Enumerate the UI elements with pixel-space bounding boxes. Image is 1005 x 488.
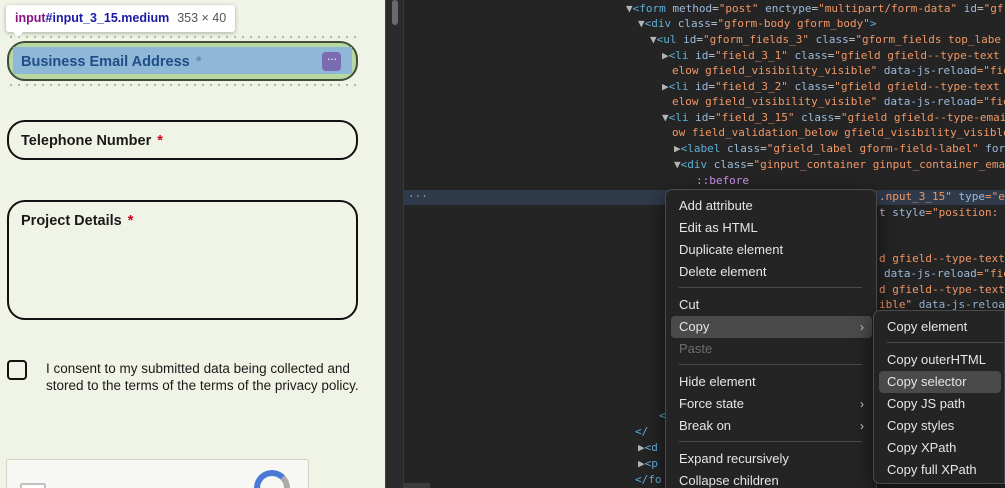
menu-break-on[interactable]: Break on › (671, 415, 872, 437)
devtools-scrollbar[interactable] (404, 483, 430, 488)
collapsed-triangle-icon[interactable]: ▶ (662, 80, 669, 93)
required-asterisk: * (195, 54, 202, 70)
collapsed-triangle-icon[interactable]: ▶ (662, 49, 669, 62)
dom-node-label[interactable]: ▶<label class="gfield_label gform-field-… (674, 142, 1005, 156)
tooltip-arrow (13, 32, 23, 37)
more-options-icon[interactable]: ··· (322, 52, 341, 71)
dom-node-field-next[interactable]: d gfield--type-text (879, 252, 1005, 266)
context-menu: Add attribute Edit as HTML Duplicate ele… (665, 189, 877, 488)
menu-copy-selector[interactable]: Copy selector (879, 371, 1001, 393)
dom-node-close-2[interactable]: </ (635, 425, 648, 439)
email-label: Business Email Address * (21, 54, 202, 70)
recaptcha-checkbox[interactable] (20, 483, 46, 488)
dom-node-ginput-container[interactable]: ▼<div class="ginput_container ginput_con… (674, 158, 1005, 172)
menu-separator (679, 287, 862, 288)
expanded-triangle-icon[interactable]: ▼ (674, 158, 681, 171)
dom-node-field-textarea[interactable]: d gfield--type-texta (879, 283, 1005, 297)
dom-node-field-3-1-cont: elow gfield_visibility_visible" data-js-… (672, 64, 1005, 77)
menu-copy-full-xpath[interactable]: Copy full XPath (879, 459, 1001, 481)
element-inspector-tooltip: input#input_3_15.medium 353 × 40 (6, 5, 236, 32)
dom-node-field-3-1[interactable]: ▶<li id="field_3_1" class="gfield gfield… (662, 49, 1000, 63)
dom-node-field-3-15-cont: ow field_validation_below gfield_visibil… (672, 126, 1005, 139)
menu-copy[interactable]: Copy › (671, 316, 872, 338)
tooltip-size: 353 × 40 (177, 11, 227, 25)
collapsed-triangle-icon[interactable]: ▶ (638, 457, 645, 470)
submenu-arrow-icon: › (860, 320, 864, 334)
menu-add-attribute[interactable]: Add attribute (671, 195, 872, 217)
tooltip-tag: input (15, 11, 46, 25)
menu-separator (679, 364, 862, 365)
copy-submenu: Copy element Copy outerHTML Copy selecto… (873, 310, 1005, 484)
pane-divider[interactable] (385, 0, 404, 488)
dom-node-gform-fields[interactable]: ▼<ul id="gform_fields_3" class="gform_fi… (650, 33, 1001, 47)
dom-node-field-3-2[interactable]: ▶<li id="field_3_2" class="gfield gfield… (662, 80, 1000, 94)
submenu-arrow-icon: › (860, 397, 864, 411)
dom-node-p-collapsed[interactable]: ▶<p (638, 457, 658, 471)
menu-separator (679, 441, 862, 442)
menu-copy-js-path[interactable]: Copy JS path (879, 393, 1001, 415)
menu-copy-element[interactable]: Copy element (879, 316, 1001, 338)
project-details-label: Project Details * (21, 213, 134, 229)
menu-separator (887, 342, 1005, 343)
email-input[interactable]: Business Email Address * ··· (7, 41, 358, 81)
menu-delete-element[interactable]: Delete element (671, 261, 872, 283)
web-page-viewport: Business Email Address * ··· Telephone Nu… (0, 0, 385, 488)
collapsed-triangle-icon[interactable]: ▶ (638, 441, 645, 454)
tooltip-selector: #input_3_15.medium (45, 11, 170, 25)
expanded-triangle-icon[interactable]: ▼ (626, 2, 633, 15)
menu-edit-as-html[interactable]: Edit as HTML (671, 217, 872, 239)
menu-force-state-label: Force state (679, 396, 745, 411)
menu-expand-recursively[interactable]: Expand recursively (671, 448, 872, 470)
dom-node-form[interactable]: ▼<form method="post" enctype="multipart/… (626, 2, 1004, 16)
recaptcha-widget[interactable] (6, 459, 309, 488)
dom-node-field-3-2-cont: elow gfield_visibility_visible" data-js-… (672, 95, 1005, 108)
dom-node-field-3-15[interactable]: ▼<li id="field_3_15" class="gfield gfiel… (662, 111, 1005, 125)
dom-node-div-collapsed[interactable]: ▶<d (638, 441, 658, 455)
consent-text: I consent to my submitted data being col… (46, 361, 359, 393)
page-scrollbar-thumb[interactable] (392, 0, 398, 25)
menu-force-state[interactable]: Force state › (671, 393, 872, 415)
menu-collapse-children[interactable]: Collapse children (671, 470, 872, 488)
menu-copy-outerhtml[interactable]: Copy outerHTML (879, 349, 1001, 371)
margin-overlay-top (7, 36, 358, 38)
dom-node-input-selected[interactable]: .nput_3_15" type="em (879, 190, 1005, 204)
menu-copy-label: Copy (679, 319, 710, 334)
menu-duplicate-element[interactable]: Duplicate element (671, 239, 872, 261)
telephone-input[interactable]: Telephone Number * (7, 120, 358, 160)
submenu-arrow-icon: › (860, 419, 864, 433)
required-asterisk: * (157, 133, 163, 149)
menu-break-on-label: Break on (679, 418, 732, 433)
dom-node-before[interactable]: ::before (696, 174, 749, 188)
menu-cut[interactable]: Cut (671, 294, 872, 316)
menu-copy-styles[interactable]: Copy styles (879, 415, 1001, 437)
dom-node-field-next-cont: data-js-reload="fie (884, 267, 1005, 280)
consent-checkbox[interactable] (7, 360, 27, 380)
margin-overlay-bottom (7, 84, 358, 86)
telephone-label: Telephone Number * (21, 133, 163, 149)
menu-hide-element[interactable]: Hide element (671, 371, 872, 393)
expanded-triangle-icon[interactable]: ▼ (662, 111, 669, 124)
dom-node-gform-body[interactable]: ▼<div class="gform-body gform_body"> (638, 17, 876, 31)
menu-paste: Paste (679, 341, 713, 356)
project-details-textarea[interactable]: Project Details * (7, 200, 358, 320)
expanded-triangle-icon[interactable]: ▼ (650, 33, 657, 46)
node-actions-ellipsis[interactable]: ··· (408, 190, 428, 204)
dom-node-input-selected-cont: t style="position: r (879, 206, 1005, 219)
menu-copy-xpath[interactable]: Copy XPath (879, 437, 1001, 459)
collapsed-triangle-icon[interactable]: ▶ (674, 142, 681, 155)
recaptcha-logo-icon (254, 470, 290, 488)
expanded-triangle-icon[interactable]: ▼ (638, 17, 645, 30)
required-asterisk: * (127, 213, 134, 229)
dom-node-form-close[interactable]: </fo (635, 473, 662, 487)
